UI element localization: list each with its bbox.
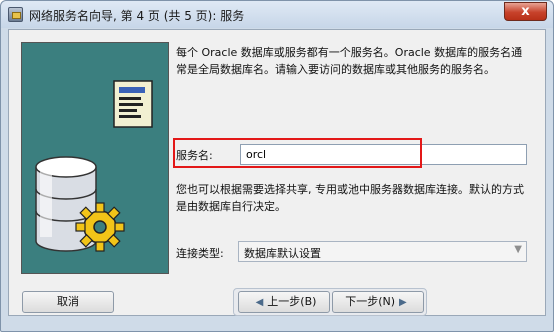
connection-type-label: 连接类型: (176, 247, 224, 260)
cancel-button[interactable]: 取消 (22, 291, 114, 313)
window-title: 网络服务名向导, 第 4 页 (共 5 页): 服务 (29, 9, 245, 23)
title-bar[interactable]: 网络服务名向导, 第 4 页 (共 5 页): 服务 x (1, 1, 553, 28)
next-button[interactable]: 下一步(N) ▶ (332, 291, 424, 313)
close-icon: x (521, 4, 530, 19)
close-button[interactable]: x (504, 2, 547, 21)
next-label: 下一步(N) (345, 295, 396, 308)
service-name-input[interactable] (240, 144, 527, 165)
wizard-content: 每个 Oracle 数据库或服务都有一个服务名。Oracle 数据库的服务名通常… (8, 29, 546, 316)
arrow-left-icon: ◀ (255, 297, 264, 308)
wizard-window: 网络服务名向导, 第 4 页 (共 5 页): 服务 x 每个 Oracle 数… (0, 0, 554, 332)
gear-icon (75, 202, 125, 252)
page-description: 每个 Oracle 数据库或服务都有一个服务名。Oracle 数据库的服务名通常… (176, 46, 523, 76)
service-name-label: 服务名: (176, 149, 213, 162)
app-icon (8, 7, 23, 22)
cancel-label: 取消 (57, 295, 79, 308)
connection-note: 您也可以根据需要选择共享, 专用或池中服务器数据库连接。默认的方式是由数据库自行… (176, 183, 524, 213)
chevron-down-icon: ▼ (514, 244, 522, 255)
document-icon (113, 80, 153, 128)
arrow-right-icon: ▶ (399, 297, 407, 308)
back-button[interactable]: ◀ 上一步(B) (238, 291, 330, 313)
back-label: 上一步(B) (267, 295, 317, 308)
connection-type-value: 数据库默认设置 (244, 247, 321, 260)
wizard-illustration (21, 42, 169, 274)
connection-type-select[interactable]: 数据库默认设置 ▼ (238, 241, 527, 262)
